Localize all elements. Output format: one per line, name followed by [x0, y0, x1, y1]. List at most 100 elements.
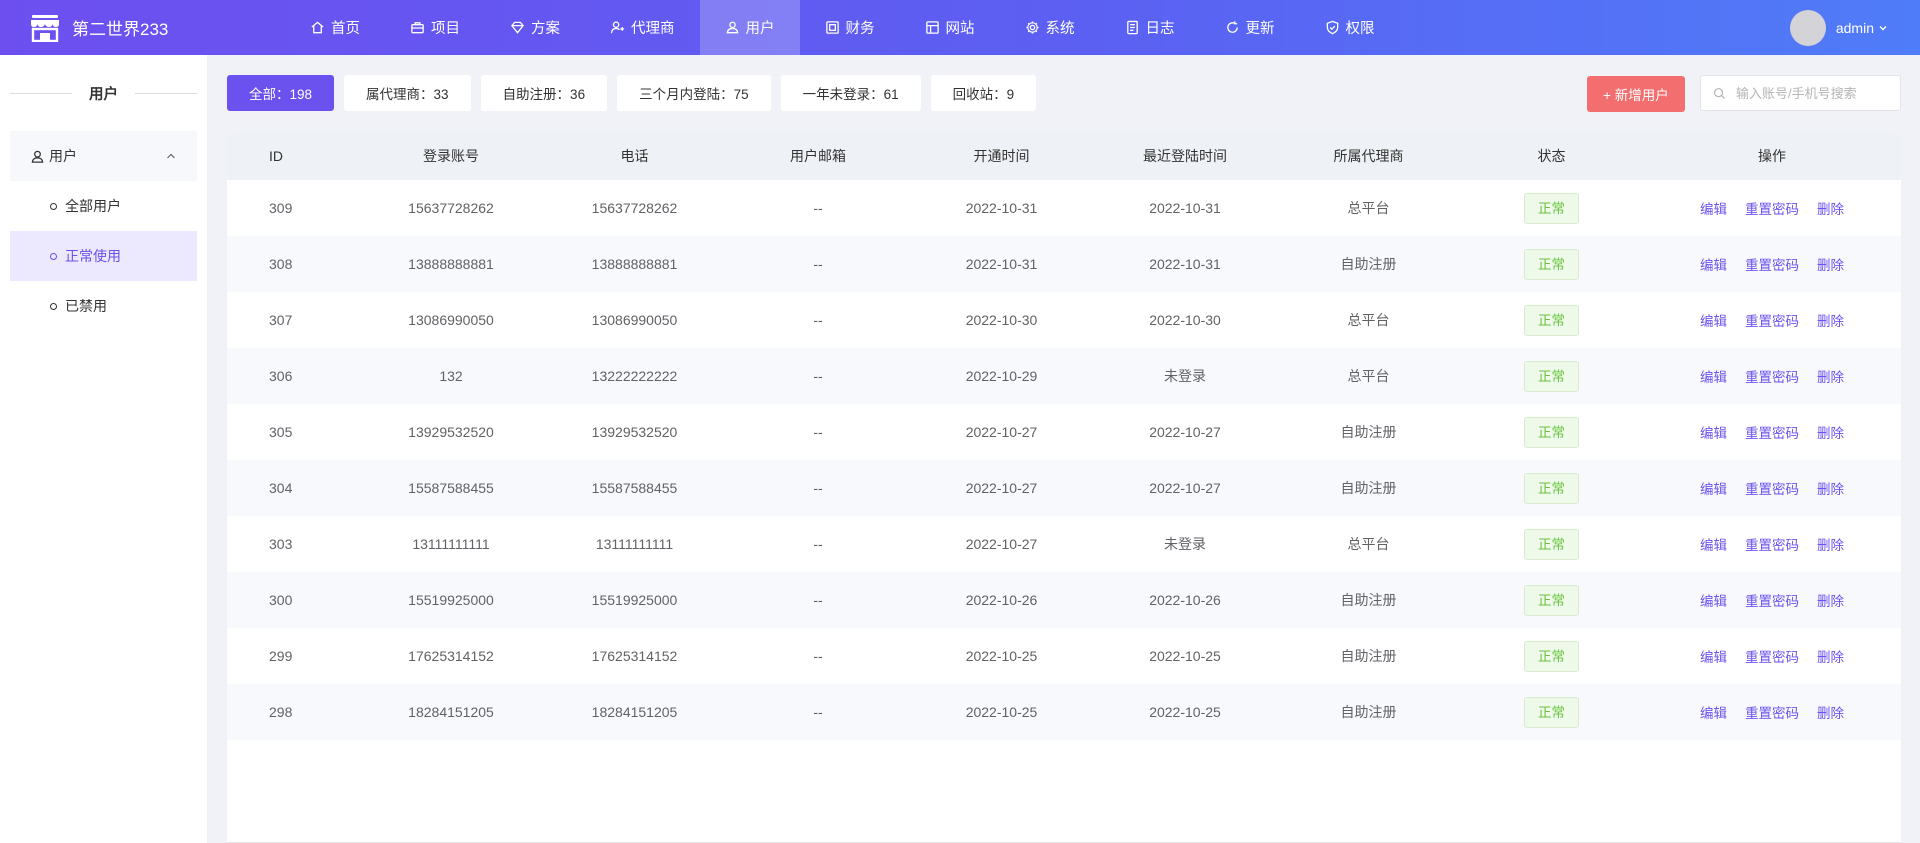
cell-agent: 总平台 [1347, 536, 1390, 552]
diamond-icon [511, 21, 524, 34]
status-badge: 正常 [1524, 360, 1579, 392]
brand[interactable]: 第二世界233 [0, 14, 285, 42]
nav-item-briefcase[interactable]: 项目 [385, 0, 485, 55]
column-header: 操作 [1758, 148, 1786, 164]
cell-email: -- [813, 536, 823, 552]
reset-password-button[interactable]: 重置密码 [1745, 422, 1799, 442]
cell-id: 304 [269, 480, 293, 496]
reset-password-button[interactable]: 重置密码 [1745, 310, 1799, 330]
cell-last-login: 2022-10-27 [1149, 424, 1221, 440]
sidebar-group-label: 用户 [49, 148, 77, 164]
chevron-up-icon[interactable] [165, 150, 177, 162]
status-badge: 正常 [1524, 192, 1579, 224]
edit-button[interactable]: 编辑 [1700, 534, 1727, 554]
table-row: 306 132 13222222222 -- 2022-10-29 未登录 总平台 正常 编辑重… [227, 348, 1901, 404]
delete-button[interactable]: 删除 [1817, 478, 1844, 498]
edit-button[interactable]: 编辑 [1700, 310, 1727, 330]
delete-button[interactable]: 删除 [1817, 646, 1844, 666]
reset-password-button[interactable]: 重置密码 [1745, 254, 1799, 274]
chevron-down-icon[interactable] [1878, 23, 1888, 33]
search-icon [1713, 87, 1726, 99]
cell-opened: 2022-10-30 [965, 312, 1038, 328]
cell-last-login: 未登录 [1164, 536, 1206, 552]
reset-password-button[interactable]: 重置密码 [1745, 590, 1799, 610]
nav-item-diamond[interactable]: 方案 [485, 0, 585, 55]
table-row: 309 15637728262 15637728262 -- 2022-10-31 202… [227, 180, 1901, 236]
search-input[interactable] [1736, 85, 1896, 101]
username[interactable]: admin [1836, 20, 1874, 36]
reset-password-button[interactable]: 重置密码 [1745, 534, 1799, 554]
filter-tab[interactable]: 三个月内登陆：75 [617, 75, 771, 111]
nav-item-shield[interactable]: 权限 [1300, 0, 1400, 55]
delete-button[interactable]: 删除 [1817, 310, 1844, 330]
edit-button[interactable]: 编辑 [1700, 254, 1727, 274]
nav-item-website[interactable]: 网站 [900, 0, 1000, 55]
avatar[interactable] [1789, 9, 1826, 46]
delete-button[interactable]: 删除 [1817, 198, 1844, 218]
nav-item-home[interactable]: 首页 [285, 0, 385, 55]
status-badge: 正常 [1524, 584, 1579, 616]
cell-last-login: 2022-10-30 [1149, 312, 1221, 328]
cell-email: -- [813, 480, 823, 496]
reset-password-button[interactable]: 重置密码 [1745, 646, 1799, 666]
edit-button[interactable]: 编辑 [1700, 198, 1727, 218]
edit-button[interactable]: 编辑 [1700, 422, 1727, 442]
cell-phone: 13888888881 [591, 256, 678, 272]
cell-actions: 编辑 重置密码 删除 [1643, 516, 1901, 572]
cell-status: 正常 [1460, 404, 1643, 460]
status-badge: 正常 [1524, 696, 1579, 728]
dot-icon [50, 302, 57, 310]
edit-button[interactable]: 编辑 [1700, 702, 1727, 722]
main-nav: 首页 项目 方案 代理商 用户 财务 网站 系统 日志 更新 权限 [285, 0, 1400, 55]
cell-email: -- [813, 312, 823, 328]
filter-tab[interactable]: 回收站：9 [930, 75, 1037, 111]
nav-item-finance[interactable]: 财务 [800, 0, 900, 55]
filter-tab[interactable]: 一年未登录：61 [780, 75, 921, 111]
delete-button[interactable]: 删除 [1817, 254, 1844, 274]
delete-button[interactable]: 删除 [1817, 366, 1844, 386]
cell-id: 298 [269, 704, 293, 720]
gear-icon [1025, 21, 1039, 34]
sidebar-item-all-users[interactable]: 全部用户 [10, 181, 197, 231]
nav-item-agent[interactable]: 代理商 [585, 0, 700, 55]
add-user-button[interactable]: + 新增用户 [1587, 76, 1685, 112]
edit-button[interactable]: 编辑 [1700, 646, 1727, 666]
table-body: 309 15637728262 15637728262 -- 2022-10-31 202… [227, 180, 1901, 740]
sidebar-item-disabled-users[interactable]: 已禁用 [10, 281, 197, 331]
nav-item-log[interactable]: 日志 [1100, 0, 1200, 55]
sidebar-item-active-users[interactable]: 正常使用 [10, 231, 197, 281]
cell-opened: 2022-10-26 [965, 592, 1038, 608]
delete-button[interactable]: 删除 [1817, 702, 1844, 722]
filter-tab[interactable]: 自助注册：36 [480, 75, 608, 111]
sidebar-group-users[interactable]: 用户 [10, 131, 197, 181]
cell-actions: 编辑 重置密码 删除 [1643, 180, 1901, 236]
nav-item-gear[interactable]: 系统 [1000, 0, 1100, 55]
nav-item-user[interactable]: 用户 [699, 0, 800, 55]
edit-button[interactable]: 编辑 [1700, 478, 1727, 498]
filter-tab[interactable]: 属代理商：33 [344, 75, 471, 111]
cell-id: 306 [269, 368, 293, 384]
nav-item-label: 方案 [531, 21, 560, 37]
reset-password-button[interactable]: 重置密码 [1745, 702, 1799, 722]
cell-account: 15519925000 [408, 592, 494, 608]
reset-password-button[interactable]: 重置密码 [1745, 198, 1799, 218]
delete-button[interactable]: 删除 [1817, 422, 1844, 442]
user-menu[interactable]: admin [1789, 0, 1888, 55]
store-logo-icon [31, 14, 59, 42]
finance-icon [825, 21, 839, 34]
reset-password-button[interactable]: 重置密码 [1745, 366, 1799, 386]
nav-item-refresh[interactable]: 更新 [1200, 0, 1300, 55]
status-badge: 正常 [1524, 248, 1579, 280]
filter-tab[interactable]: 全部：198 [227, 75, 335, 111]
sidebar-items: 全部用户 正常使用已禁用 [0, 181, 207, 331]
search-box[interactable] [1700, 75, 1901, 111]
column-header: 状态 [1537, 148, 1566, 164]
cell-status: 正常 [1460, 236, 1643, 292]
edit-button[interactable]: 编辑 [1700, 366, 1727, 386]
delete-button[interactable]: 删除 [1817, 590, 1844, 610]
edit-button[interactable]: 编辑 [1700, 590, 1727, 610]
sidebar-item-label: 已禁用 [65, 298, 107, 314]
reset-password-button[interactable]: 重置密码 [1745, 478, 1799, 498]
log-icon [1126, 20, 1138, 35]
delete-button[interactable]: 删除 [1817, 534, 1844, 554]
